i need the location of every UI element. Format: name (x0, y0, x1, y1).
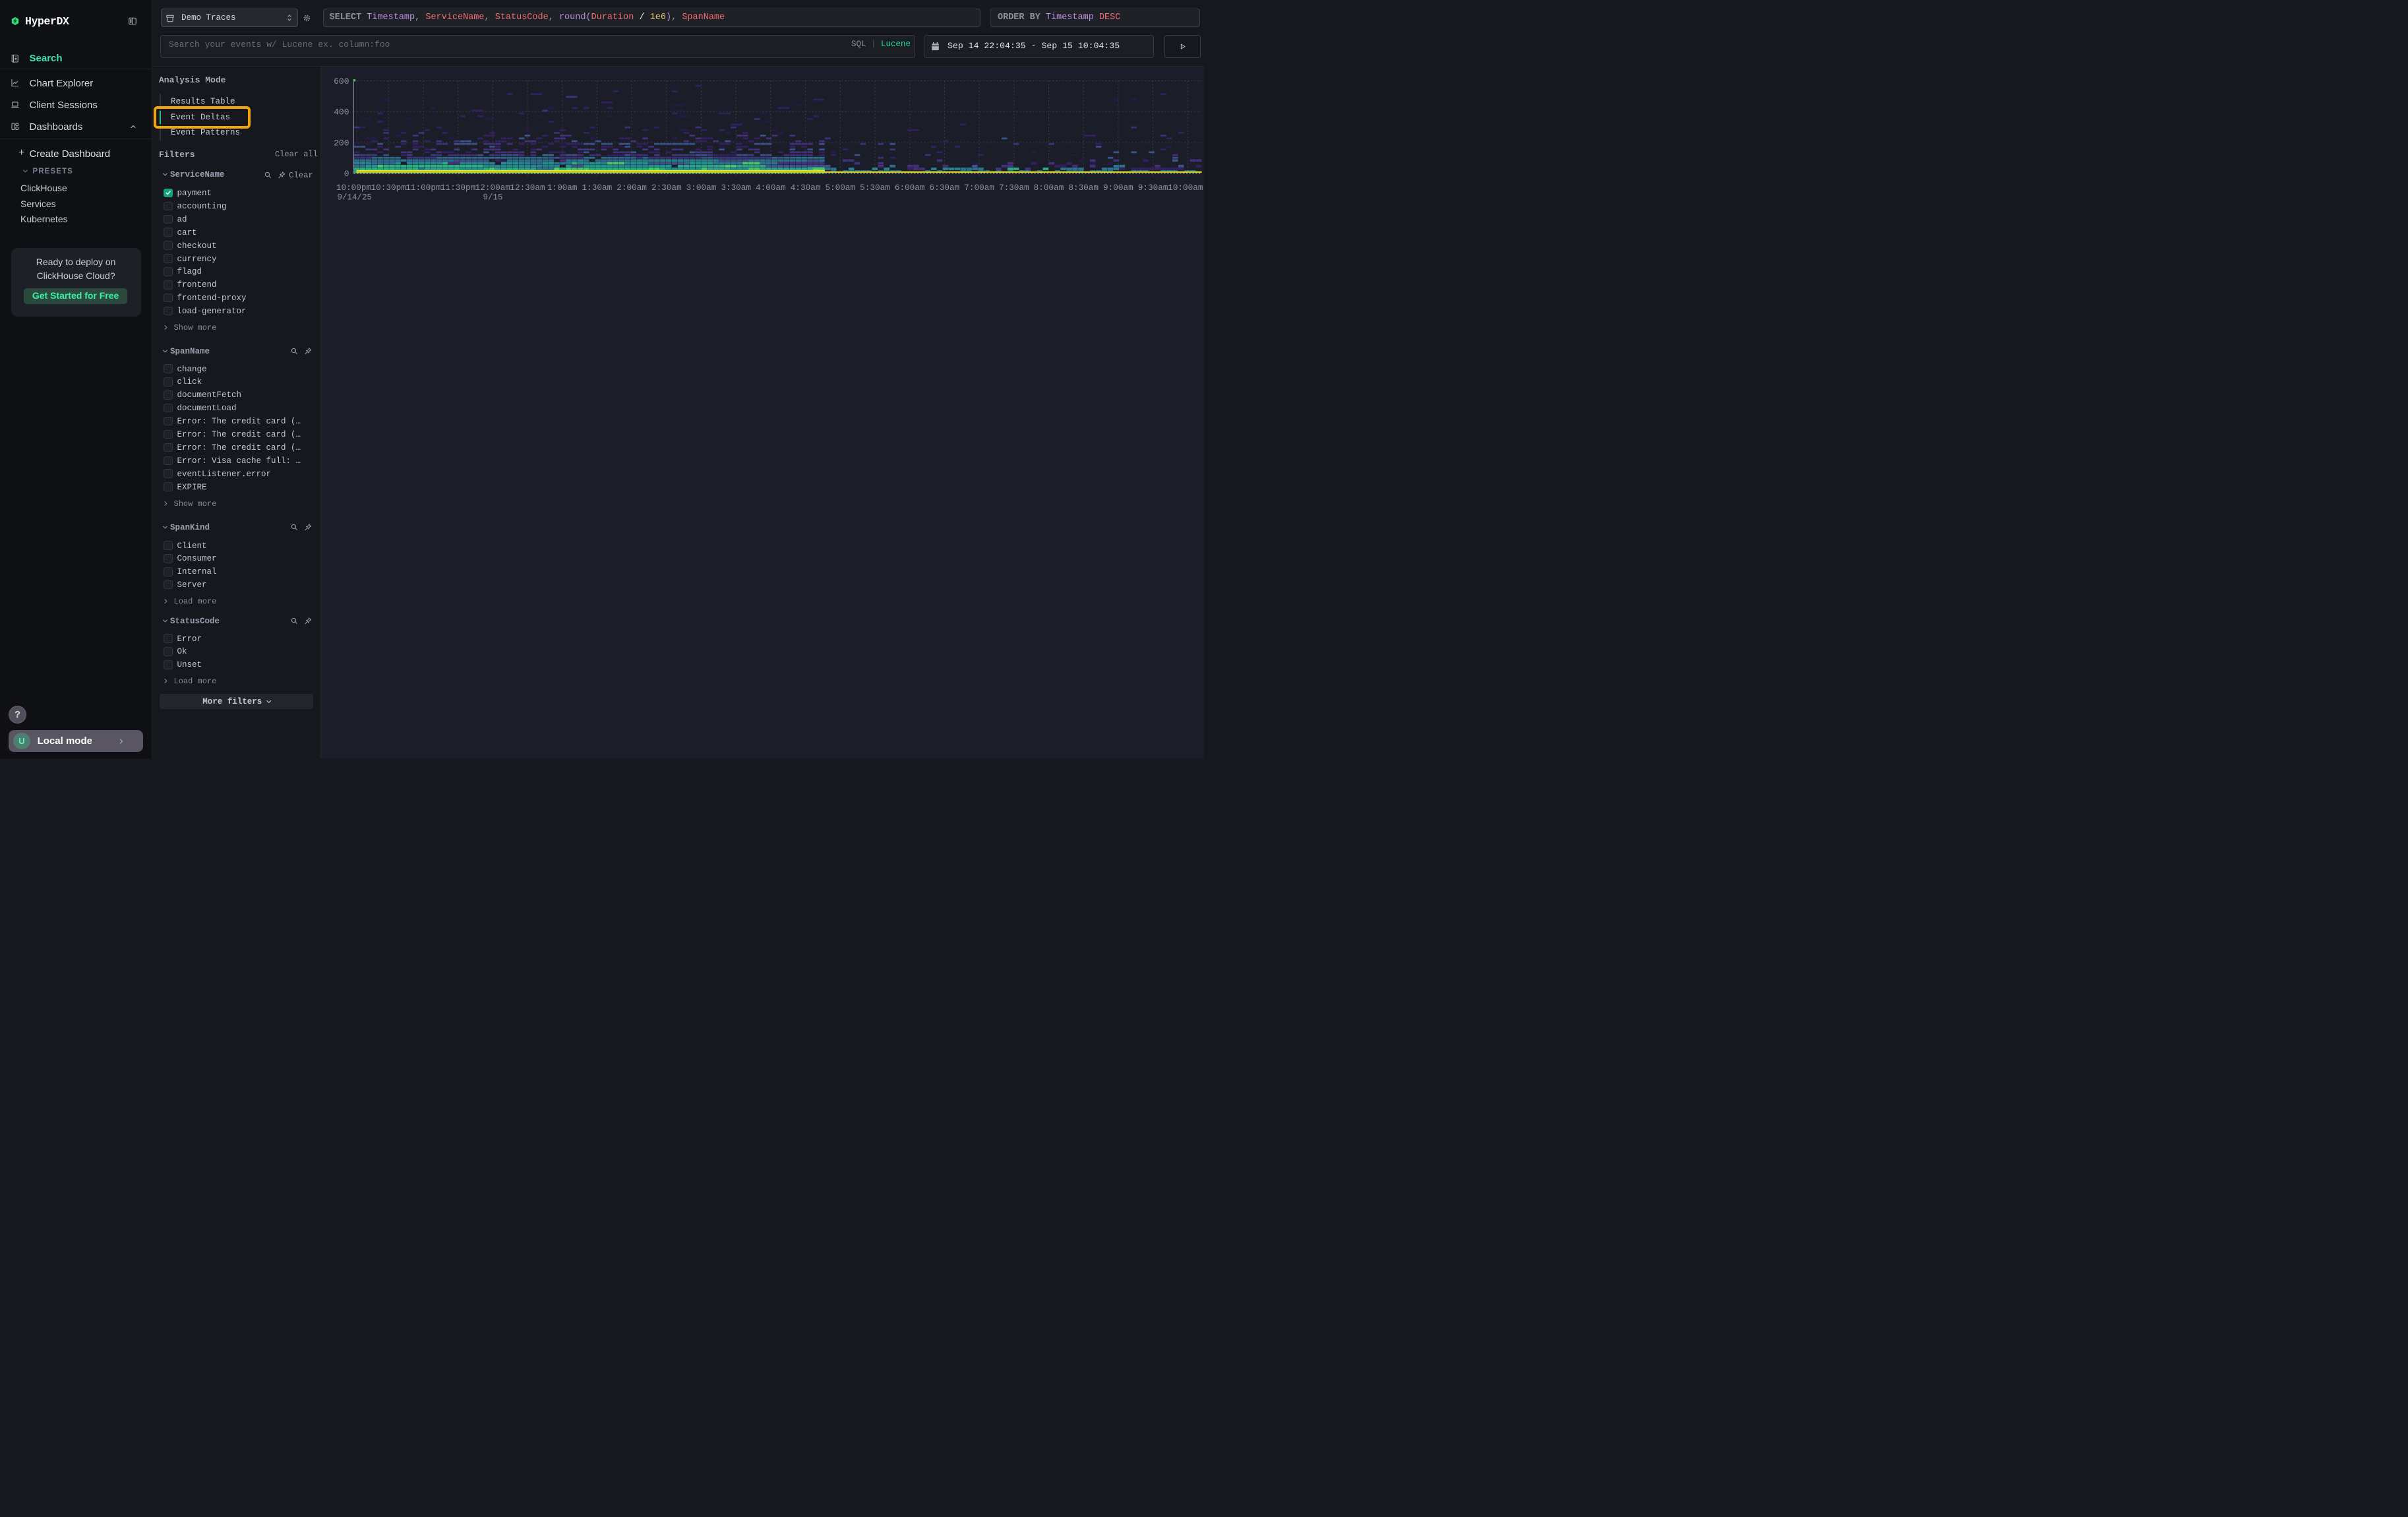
svg-text:8:00am: 8:00am (1033, 183, 1064, 193)
svg-text:400: 400 (334, 107, 349, 117)
svg-text:1:00am: 1:00am (547, 183, 577, 193)
svg-text:4:00am: 4:00am (756, 183, 786, 193)
svg-text:6:00am: 6:00am (894, 183, 924, 193)
svg-text:10:00am: 10:00am (1168, 183, 1203, 193)
svg-text:9/14/25: 9/14/25 (337, 193, 372, 202)
svg-text:10:00pm: 10:00pm (336, 183, 371, 193)
svg-text:4:30am: 4:30am (790, 183, 820, 193)
svg-text:2:30am: 2:30am (651, 183, 681, 193)
svg-text:9:00am: 9:00am (1103, 183, 1133, 193)
svg-text:9/15: 9/15 (483, 193, 502, 202)
svg-text:12:00am: 12:00am (475, 183, 510, 193)
svg-text:7:00am: 7:00am (964, 183, 994, 193)
svg-text:2:00am: 2:00am (617, 183, 647, 193)
svg-text:5:00am: 5:00am (825, 183, 855, 193)
svg-text:11:30pm: 11:30pm (440, 183, 475, 193)
svg-text:11:00pm: 11:00pm (406, 183, 440, 193)
svg-text:6:30am: 6:30am (929, 183, 959, 193)
svg-text:1:30am: 1:30am (582, 183, 612, 193)
svg-text:3:30am: 3:30am (721, 183, 751, 193)
svg-text:0: 0 (344, 169, 349, 179)
svg-text:7:30am: 7:30am (998, 183, 1029, 193)
svg-text:3:00am: 3:00am (686, 183, 716, 193)
svg-text:200: 200 (334, 138, 349, 148)
svg-text:10:30pm: 10:30pm (371, 183, 406, 193)
svg-text:5:30am: 5:30am (860, 183, 890, 193)
svg-text:600: 600 (334, 77, 349, 86)
svg-text:12:30am: 12:30am (510, 183, 545, 193)
svg-text:9:30am: 9:30am (1137, 183, 1168, 193)
svg-text:8:30am: 8:30am (1068, 183, 1099, 193)
